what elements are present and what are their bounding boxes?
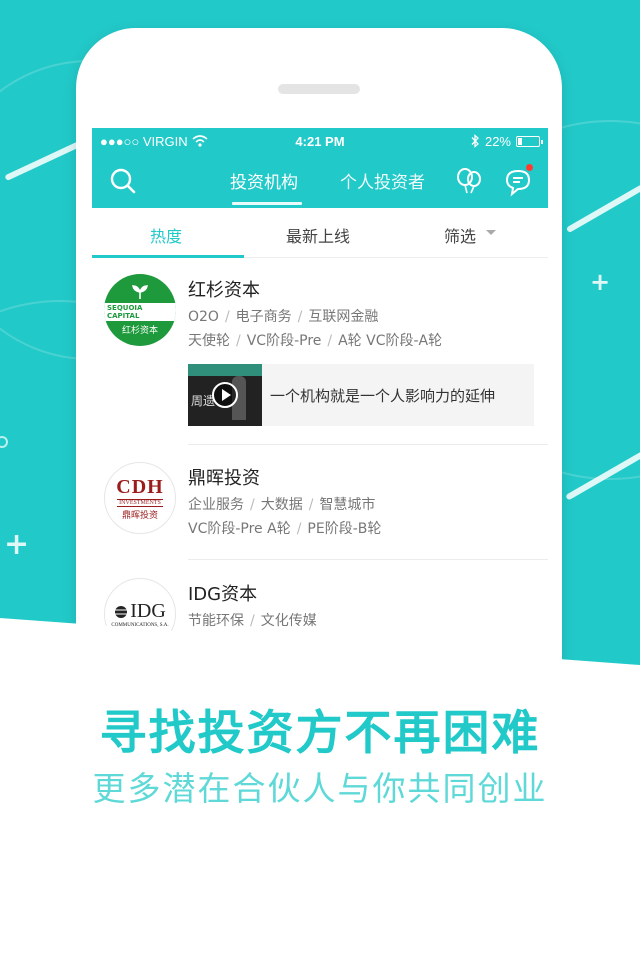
tag: 节能环保 xyxy=(188,613,244,629)
logo-text: IDG xyxy=(130,600,166,622)
tag: 文化传媒 xyxy=(260,613,317,629)
battery-percent: 22% xyxy=(484,133,511,149)
tag: VC阶段-Pre A轮 xyxy=(188,521,291,537)
wifi-icon xyxy=(192,135,208,147)
decor-plus: + xyxy=(4,527,30,562)
logo-subtext: 红杉资本 xyxy=(121,326,158,336)
list-item[interactable]: IDG COMMUNICATIONS, S.A. IDG资本 节能环保 / 文化传媒 xyxy=(92,562,548,682)
industry-tags: O2O / 电子商务 / 互联网金融 xyxy=(188,309,379,325)
tag: A轮 VC阶段-A轮 xyxy=(338,333,443,349)
industry-tags: 节能环保 / 文化传媒 xyxy=(188,613,317,629)
decor-plus: + xyxy=(590,268,611,296)
globe-icon xyxy=(115,605,128,618)
bluetooth-icon xyxy=(471,134,479,148)
play-icon[interactable] xyxy=(212,382,238,408)
clock: 4:21 PM xyxy=(295,133,345,149)
carrier-label: ●●●○○ VIRGIN xyxy=(100,133,188,149)
list-item[interactable]: SEQUOIA CAPITAL 红杉资本 红杉资本 O2O / 电子商务 / 互联网金融… xyxy=(92,258,548,458)
tag: 天使轮 xyxy=(188,333,230,349)
leaf-icon xyxy=(132,285,148,299)
sort-tabs: 热度 最新上线 筛选 xyxy=(92,208,548,258)
logo-subtext: INVESTMENTS xyxy=(117,498,163,507)
video-card[interactable]: 周遗 一个机构就是一个人影响力的延伸 xyxy=(188,364,534,426)
stage-tags: 天使轮 / VC阶段-Pre / A轮 VC阶段-A轮 xyxy=(188,333,443,349)
video-title: 一个机构就是一个人影响力的延伸 xyxy=(270,386,496,405)
industry-tags: 企业服务 / 大数据 / 智慧城市 xyxy=(188,497,376,513)
search-icon[interactable] xyxy=(108,166,138,196)
divider xyxy=(188,559,548,560)
logo-subtext: COMMUNICATIONS, S.A. xyxy=(111,623,169,628)
institution-name: 鼎晖投资 xyxy=(188,468,260,489)
app-screen: ●●●○○ VIRGIN 4:21 PM 22% 投资机构 个人投资者 热度 最… xyxy=(92,128,548,688)
balloon-icon[interactable] xyxy=(454,166,484,196)
battery-icon xyxy=(516,135,543,147)
sequoia-logo: SEQUOIA CAPITAL 红杉资本 xyxy=(104,274,176,346)
notification-badge xyxy=(526,164,533,171)
tab-active-indicator xyxy=(232,202,302,205)
divider xyxy=(188,444,548,445)
top-nav: 投资机构 个人投资者 xyxy=(92,154,548,208)
institution-name: IDG资本 xyxy=(188,584,258,605)
tag: 电子商务 xyxy=(235,309,292,325)
filter-button[interactable]: 筛选 xyxy=(444,223,476,247)
cdh-logo: CDH INVESTMENTS 鼎晖投资 xyxy=(104,462,176,534)
promo-headline: 寻找投资方不再困难 xyxy=(99,706,541,761)
tag: 企业服务 xyxy=(188,497,244,513)
institution-name: 红杉资本 xyxy=(188,280,260,301)
tag: PE阶段-B轮 xyxy=(307,521,382,537)
list-item[interactable]: CDH INVESTMENTS 鼎晖投资 鼎晖投资 企业服务 / 大数据 / 智慧城市 … xyxy=(92,446,548,566)
stage-tags: VC阶段-Pre A轮 / PE阶段-B轮 xyxy=(188,521,382,537)
tab-institutions[interactable]: 投资机构 xyxy=(230,168,298,193)
phone-speaker xyxy=(278,84,360,94)
chevron-down-icon xyxy=(486,230,496,235)
tag: 智慧城市 xyxy=(319,497,376,513)
tag: 互联网金融 xyxy=(308,309,379,325)
logo-text: SEQUOIA CAPITAL xyxy=(104,303,176,321)
idg-logo: IDG COMMUNICATIONS, S.A. xyxy=(104,578,176,650)
tag: VC阶段-Pre xyxy=(246,333,322,349)
tab-hot[interactable]: 热度 xyxy=(150,223,182,247)
logo-text: CDH xyxy=(116,475,164,498)
logo-chinese: 鼎晖投资 xyxy=(121,510,158,521)
tag: O2O xyxy=(188,309,219,325)
video-thumbnail: 周遗 xyxy=(188,364,262,426)
status-bar: ●●●○○ VIRGIN 4:21 PM 22% xyxy=(92,128,548,154)
tag: 大数据 xyxy=(260,497,303,513)
promo-subline: 更多潜在合伙人与你共同创业 xyxy=(92,769,548,808)
tab-individual-investors[interactable]: 个人投资者 xyxy=(340,168,425,193)
tab-newest[interactable]: 最新上线 xyxy=(286,223,350,247)
